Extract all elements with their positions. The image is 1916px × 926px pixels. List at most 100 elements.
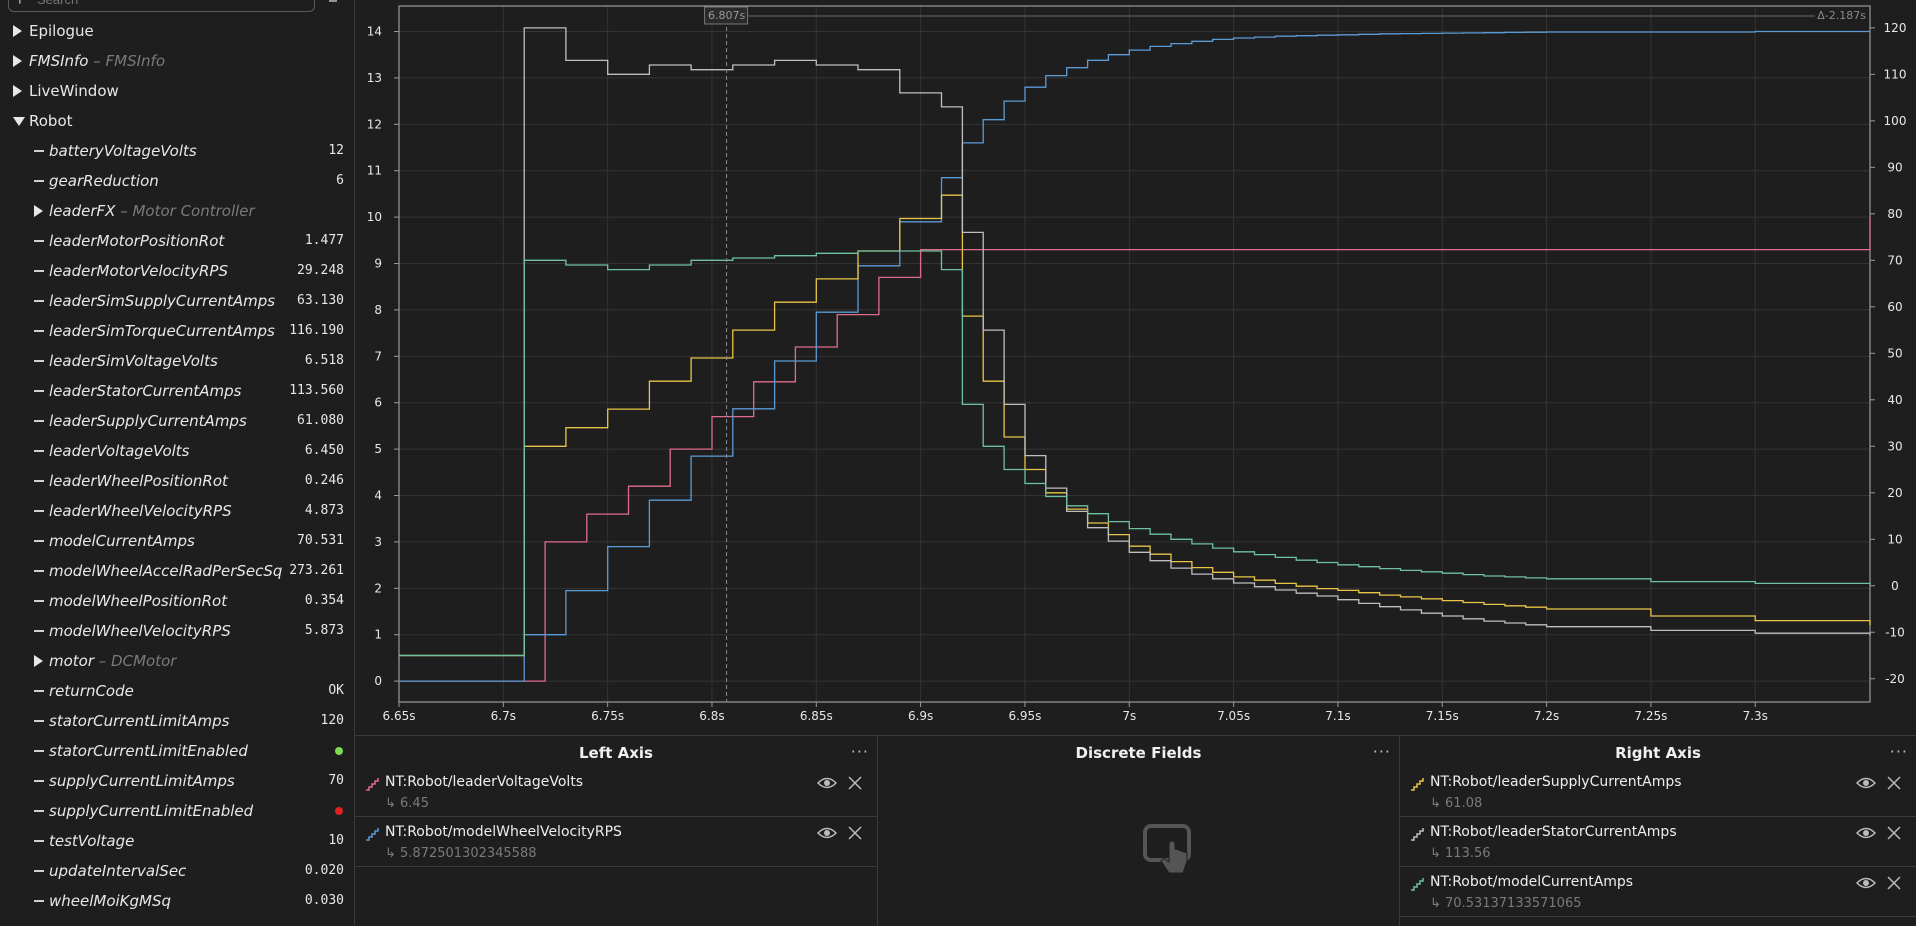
tree-label: statorCurrentLimitEnabled [49,736,248,766]
close-icon[interactable] [1886,825,1902,841]
series-color-icon[interactable] [365,827,379,841]
eye-icon[interactable] [1856,875,1876,891]
tree-row-leaderWheelPositionRot[interactable]: leaderWheelPositionRot 0.246 [0,466,354,496]
tree-label-text: leaderFX [49,202,116,220]
tree-row-LiveWindow[interactable]: LiveWindow [0,76,354,106]
left-axis-title: Left Axis [578,744,653,762]
eye-icon[interactable] [817,825,837,841]
tree-row-returnCode[interactable]: returnCode OK [0,676,354,706]
tree-row-leaderSimTorqueCurrentAmps[interactable]: leaderSimTorqueCurrentAmps 116.190 [0,316,354,346]
close-icon[interactable] [1886,775,1902,791]
leaf-dash-icon [34,570,44,572]
tree-label-text: testVoltage [49,832,135,850]
right-axis-panel[interactable]: Right Axis ··· NT:Robot/leaderSupplyCurr… [1400,736,1916,926]
left-tick-label: 3 [374,535,382,549]
tree-row-leaderFX[interactable]: leaderFX – Motor Controller [0,196,354,226]
tree-row-wheelMoiKgMSq[interactable]: wheelMoiKgMSq 0.030 [0,886,354,916]
tree-row-modelWheelVelocityRPS[interactable]: modelWheelVelocityRPS 5.873 [0,616,354,646]
right-tick-label: -10 [1885,625,1905,639]
field-value-text: 61.08 [1445,796,1483,811]
tree-value: 6.518 [304,353,344,368]
tree-row-leaderWheelVelocityRPS[interactable]: leaderWheelVelocityRPS 4.873 [0,496,354,526]
x-tick-label: 6.75s [591,709,624,723]
collapse-arrow-icon[interactable] [13,117,25,126]
tree-value: 120 [320,713,344,728]
tree-label: leaderSimTorqueCurrentAmps [49,316,275,346]
tree-row-supplyCurrentLimitAmps[interactable]: supplyCurrentLimitAmps 70 [0,766,354,796]
tree-row-leaderStatorCurrentAmps[interactable]: leaderStatorCurrentAmps 113.560 [0,376,354,406]
discrete-fields-menu-button[interactable]: ··· [1373,742,1391,761]
expand-arrow-icon[interactable] [13,55,22,67]
line-graph[interactable]: 6.65s 6.7s 6.75s 6.8s 6.85s 6.9s 6.95s 7s 7.05s 7… [355,0,1916,735]
tree-label: LiveWindow [29,76,119,106]
search-box[interactable]: ⚲ [8,0,315,12]
series-color-icon[interactable] [1410,777,1424,791]
series-color-icon[interactable] [1410,827,1424,841]
tree-label-text: supplyCurrentLimitAmps [49,772,235,790]
expand-arrow-icon[interactable] [13,85,22,97]
tree-value: 1.477 [304,233,344,248]
tree-row-modelWheelAccelRadPerSecSq[interactable]: modelWheelAccelRadPerSecSq 273.261 [0,556,354,586]
tree-label-text: modelCurrentAmps [49,532,195,550]
search-input[interactable] [35,0,309,9]
discrete-fields-panel[interactable]: Discrete Fields ··· [878,736,1400,926]
tree-row-statorCurrentLimitEnabled[interactable]: statorCurrentLimitEnabled [0,736,354,766]
tree-row-Robot[interactable]: Robot [0,106,354,136]
axis-field-item[interactable]: NT:Robot/modelCurrentAmps ↳ 70.5313713357… [1400,866,1916,917]
tree-value: 116.190 [289,323,344,338]
tree-row-statorCurrentLimitAmps[interactable]: statorCurrentLimitAmps 120 [0,706,354,736]
tree-label-text: leaderSimTorqueCurrentAmps [49,322,275,340]
series-color-icon[interactable] [365,777,379,791]
tree-row-motor[interactable]: motor – DCMotor [0,646,354,676]
axis-field-item[interactable]: NT:Robot/leaderSupplyCurrentAmps ↳ 61.08 [1400,766,1916,817]
tree-row-leaderVoltageVolts[interactable]: leaderVoltageVolts 6.450 [0,436,354,466]
tree-value: 273.261 [289,563,344,578]
tree-row-batteryVoltageVolts[interactable]: batteryVoltageVolts 12 [0,136,354,166]
eye-icon[interactable] [1856,825,1876,841]
axis-field-item[interactable]: NT:Robot/leaderVoltageVolts ↳ 6.45 [355,766,877,817]
tree-row-supplyCurrentLimitEnabled[interactable]: supplyCurrentLimitEnabled [0,796,354,826]
chart-canvas[interactable]: 6.65s 6.7s 6.75s 6.8s 6.85s 6.9s 6.95s 7s 7.05s 7… [355,0,1916,735]
field-value-text: 70.53137133571065 [1445,896,1582,911]
left-tick-label: 12 [367,117,382,131]
tree-label: FMSInfo – FMSInfo [29,46,165,76]
close-icon[interactable] [847,775,863,791]
tree-label-text: modelWheelAccelRadPerSecSq [49,562,283,580]
tree-row-leaderMotorVelocityRPS[interactable]: leaderMotorVelocityRPS 29.248 [0,256,354,286]
tree-row-leaderMotorPositionRot[interactable]: leaderMotorPositionRot 1.477 [0,226,354,256]
tree-row-gearReduction[interactable]: gearReduction 6 [0,166,354,196]
leaf-dash-icon [34,240,44,242]
field-value: ↳ 6.45 [385,796,429,811]
tree-row-Epilogue[interactable]: Epilogue [0,16,354,46]
axis-field-item[interactable]: NT:Robot/modelWheelVelocityRPS ↳ 5.872501… [355,816,877,867]
expand-arrow-icon[interactable] [34,655,43,667]
left-axis-menu-button[interactable]: ··· [851,742,869,761]
eye-icon[interactable] [1856,775,1876,791]
tree-row-modelWheelPositionRot[interactable]: modelWheelPositionRot 0.354 [0,586,354,616]
tree-label: wheelMoiKgMSq [49,886,171,916]
eye-icon[interactable] [817,775,837,791]
close-icon[interactable] [1886,875,1902,891]
leaf-dash-icon [34,810,44,812]
tree-row-updateIntervalSec[interactable]: updateIntervalSec 0.020 [0,856,354,886]
field-value: ↳ 61.08 [1430,796,1482,811]
tree-label: modelWheelVelocityRPS [49,616,231,646]
series-color-icon[interactable] [1410,877,1424,891]
tree-row-testVoltage[interactable]: testVoltage 10 [0,826,354,856]
tree-row-FMSInfo[interactable]: FMSInfo – FMSInfo [0,46,354,76]
tree-label: leaderStatorCurrentAmps [49,376,241,406]
left-tick-label: 9 [374,257,382,271]
filter-icon[interactable] [325,0,341,4]
right-axis-menu-button[interactable]: ··· [1890,742,1908,761]
plot-frame [398,5,1871,703]
tree-row-modelCurrentAmps[interactable]: modelCurrentAmps 70.531 [0,526,354,556]
tree-label: Epilogue [29,16,94,46]
expand-arrow-icon[interactable] [13,25,22,37]
expand-arrow-icon[interactable] [34,205,43,217]
axis-field-item[interactable]: NT:Robot/leaderStatorCurrentAmps ↳ 113.56 [1400,816,1916,867]
tree-row-leaderSupplyCurrentAmps[interactable]: leaderSupplyCurrentAmps 61.080 [0,406,354,436]
tree-row-leaderSimSupplyCurrentAmps[interactable]: leaderSimSupplyCurrentAmps 63.130 [0,286,354,316]
close-icon[interactable] [847,825,863,841]
tree-row-leaderSimVoltageVolts[interactable]: leaderSimVoltageVolts 6.518 [0,346,354,376]
left-axis-panel[interactable]: Left Axis ··· NT:Robot/leaderVoltageVolt… [355,736,878,926]
